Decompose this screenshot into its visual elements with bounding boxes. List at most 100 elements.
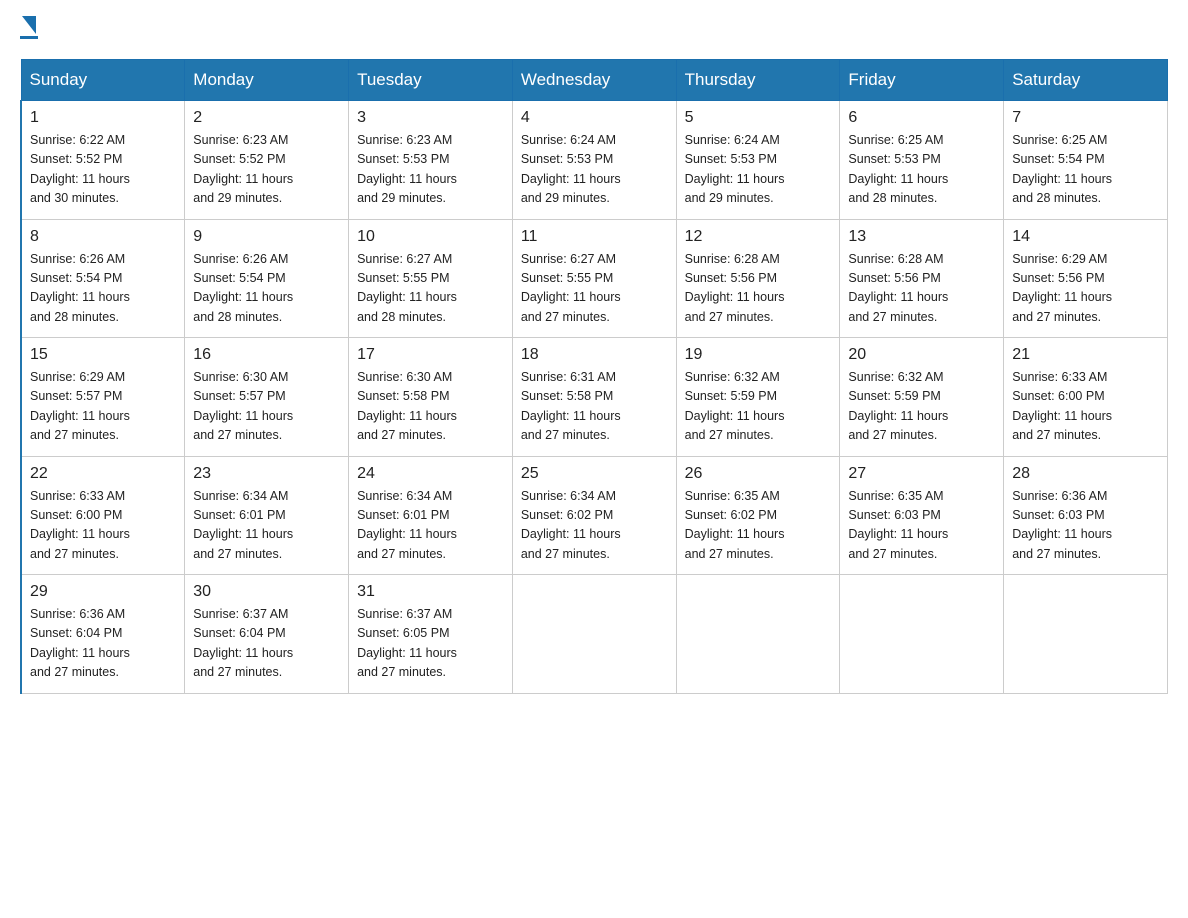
column-header-saturday: Saturday bbox=[1004, 60, 1168, 101]
calendar-cell: 15Sunrise: 6:29 AMSunset: 5:57 PMDayligh… bbox=[21, 338, 185, 457]
calendar-week-row: 29 Sunrise: 6:36 AMSunset: 6:04 PMDayligh… bbox=[21, 575, 1168, 694]
day-info: Sunrise: 6:27 AMSunset: 5:55 PMDaylight:… bbox=[357, 250, 504, 328]
day-number: 4 bbox=[521, 109, 668, 127]
day-info: Sunrise: 6:22 AMSunset: 5:52 PMDaylight:… bbox=[30, 131, 176, 209]
logo-arrow-icon bbox=[22, 16, 36, 34]
day-number: 13 bbox=[848, 228, 995, 246]
day-number: 26 bbox=[685, 465, 832, 483]
day-number: 5 bbox=[685, 109, 832, 127]
day-info: Sunrise: 6:36 AMSunset: 6:04 PMDaylight:… bbox=[30, 605, 176, 683]
calendar-cell: 19 Sunrise: 6:32 AMSunset: 5:59 PMDayligh… bbox=[676, 338, 840, 457]
day-number: 10 bbox=[357, 228, 504, 246]
calendar-cell: 22 Sunrise: 6:33 AMSunset: 6:00 PMDayligh… bbox=[21, 456, 185, 575]
day-info: Sunrise: 6:32 AMSunset: 5:59 PMDaylight:… bbox=[685, 368, 832, 446]
day-info: Sunrise: 6:28 AMSunset: 5:56 PMDaylight:… bbox=[848, 250, 995, 328]
page-header bbox=[20, 20, 1168, 39]
calendar-cell bbox=[1004, 575, 1168, 694]
day-number: 9 bbox=[193, 228, 340, 246]
day-info: Sunrise: 6:28 AMSunset: 5:56 PMDaylight:… bbox=[685, 250, 832, 328]
day-number: 11 bbox=[521, 228, 668, 246]
day-number: 8 bbox=[30, 228, 176, 246]
day-info: Sunrise: 6:25 AMSunset: 5:53 PMDaylight:… bbox=[848, 131, 995, 209]
day-info: Sunrise: 6:33 AMSunset: 6:00 PMDaylight:… bbox=[30, 487, 176, 565]
day-info: Sunrise: 6:29 AMSunset: 5:56 PMDaylight:… bbox=[1012, 250, 1159, 328]
calendar-cell: 16 Sunrise: 6:30 AMSunset: 5:57 PMDayligh… bbox=[185, 338, 349, 457]
day-info: Sunrise: 6:37 AMSunset: 6:05 PMDaylight:… bbox=[357, 605, 504, 683]
calendar-cell: 24Sunrise: 6:34 AMSunset: 6:01 PMDayligh… bbox=[349, 456, 513, 575]
day-info: Sunrise: 6:26 AMSunset: 5:54 PMDaylight:… bbox=[30, 250, 176, 328]
day-info: Sunrise: 6:27 AMSunset: 5:55 PMDaylight:… bbox=[521, 250, 668, 328]
calendar-cell: 1 Sunrise: 6:22 AMSunset: 5:52 PMDaylight… bbox=[21, 101, 185, 220]
calendar-cell: 8 Sunrise: 6:26 AMSunset: 5:54 PMDaylight… bbox=[21, 219, 185, 338]
calendar-cell: 12 Sunrise: 6:28 AMSunset: 5:56 PMDayligh… bbox=[676, 219, 840, 338]
day-info: Sunrise: 6:23 AMSunset: 5:53 PMDaylight:… bbox=[357, 131, 504, 209]
day-info: Sunrise: 6:33 AMSunset: 6:00 PMDaylight:… bbox=[1012, 368, 1159, 446]
calendar-cell: 4 Sunrise: 6:24 AMSunset: 5:53 PMDaylight… bbox=[512, 101, 676, 220]
calendar-cell: 10 Sunrise: 6:27 AMSunset: 5:55 PMDayligh… bbox=[349, 219, 513, 338]
day-number: 30 bbox=[193, 583, 340, 601]
day-number: 28 bbox=[1012, 465, 1159, 483]
day-info: Sunrise: 6:37 AMSunset: 6:04 PMDaylight:… bbox=[193, 605, 340, 683]
day-info: Sunrise: 6:35 AMSunset: 6:02 PMDaylight:… bbox=[685, 487, 832, 565]
calendar-cell: 5 Sunrise: 6:24 AMSunset: 5:53 PMDaylight… bbox=[676, 101, 840, 220]
calendar-table: SundayMondayTuesdayWednesdayThursdayFrid… bbox=[20, 59, 1168, 694]
calendar-cell: 7 Sunrise: 6:25 AMSunset: 5:54 PMDaylight… bbox=[1004, 101, 1168, 220]
day-info: Sunrise: 6:25 AMSunset: 5:54 PMDaylight:… bbox=[1012, 131, 1159, 209]
calendar-cell bbox=[512, 575, 676, 694]
day-number: 15 bbox=[30, 346, 176, 364]
calendar-cell: 21 Sunrise: 6:33 AMSunset: 6:00 PMDayligh… bbox=[1004, 338, 1168, 457]
day-number: 22 bbox=[30, 465, 176, 483]
calendar-cell: 2Sunrise: 6:23 AMSunset: 5:52 PMDaylight… bbox=[185, 101, 349, 220]
day-number: 24 bbox=[357, 465, 504, 483]
column-header-monday: Monday bbox=[185, 60, 349, 101]
calendar-cell: 31 Sunrise: 6:37 AMSunset: 6:05 PMDayligh… bbox=[349, 575, 513, 694]
day-info: Sunrise: 6:35 AMSunset: 6:03 PMDaylight:… bbox=[848, 487, 995, 565]
day-info: Sunrise: 6:24 AMSunset: 5:53 PMDaylight:… bbox=[685, 131, 832, 209]
day-info: Sunrise: 6:32 AMSunset: 5:59 PMDaylight:… bbox=[848, 368, 995, 446]
calendar-week-row: 8 Sunrise: 6:26 AMSunset: 5:54 PMDaylight… bbox=[21, 219, 1168, 338]
day-info: Sunrise: 6:30 AMSunset: 5:58 PMDaylight:… bbox=[357, 368, 504, 446]
day-number: 23 bbox=[193, 465, 340, 483]
calendar-cell: 28Sunrise: 6:36 AMSunset: 6:03 PMDayligh… bbox=[1004, 456, 1168, 575]
day-info: Sunrise: 6:31 AMSunset: 5:58 PMDaylight:… bbox=[521, 368, 668, 446]
calendar-cell: 17 Sunrise: 6:30 AMSunset: 5:58 PMDayligh… bbox=[349, 338, 513, 457]
day-info: Sunrise: 6:24 AMSunset: 5:53 PMDaylight:… bbox=[521, 131, 668, 209]
day-info: Sunrise: 6:23 AMSunset: 5:52 PMDaylight:… bbox=[193, 131, 340, 209]
calendar-cell bbox=[676, 575, 840, 694]
calendar-cell: 13 Sunrise: 6:28 AMSunset: 5:56 PMDayligh… bbox=[840, 219, 1004, 338]
day-number: 25 bbox=[521, 465, 668, 483]
column-header-friday: Friday bbox=[840, 60, 1004, 101]
calendar-cell: 20 Sunrise: 6:32 AMSunset: 5:59 PMDayligh… bbox=[840, 338, 1004, 457]
day-info: Sunrise: 6:30 AMSunset: 5:57 PMDaylight:… bbox=[193, 368, 340, 446]
calendar-week-row: 1 Sunrise: 6:22 AMSunset: 5:52 PMDaylight… bbox=[21, 101, 1168, 220]
day-number: 14 bbox=[1012, 228, 1159, 246]
day-info: Sunrise: 6:34 AMSunset: 6:02 PMDaylight:… bbox=[521, 487, 668, 565]
day-number: 29 bbox=[30, 583, 176, 601]
day-number: 31 bbox=[357, 583, 504, 601]
calendar-cell: 23Sunrise: 6:34 AMSunset: 6:01 PMDayligh… bbox=[185, 456, 349, 575]
day-number: 19 bbox=[685, 346, 832, 364]
day-number: 21 bbox=[1012, 346, 1159, 364]
day-number: 18 bbox=[521, 346, 668, 364]
day-number: 12 bbox=[685, 228, 832, 246]
day-number: 1 bbox=[30, 109, 176, 127]
day-info: Sunrise: 6:26 AMSunset: 5:54 PMDaylight:… bbox=[193, 250, 340, 328]
calendar-week-row: 22 Sunrise: 6:33 AMSunset: 6:00 PMDayligh… bbox=[21, 456, 1168, 575]
calendar-cell: 26 Sunrise: 6:35 AMSunset: 6:02 PMDayligh… bbox=[676, 456, 840, 575]
calendar-cell: 30 Sunrise: 6:37 AMSunset: 6:04 PMDayligh… bbox=[185, 575, 349, 694]
day-number: 17 bbox=[357, 346, 504, 364]
calendar-cell: 27 Sunrise: 6:35 AMSunset: 6:03 PMDayligh… bbox=[840, 456, 1004, 575]
calendar-cell: 18 Sunrise: 6:31 AMSunset: 5:58 PMDayligh… bbox=[512, 338, 676, 457]
day-number: 3 bbox=[357, 109, 504, 127]
day-number: 27 bbox=[848, 465, 995, 483]
calendar-cell: 9 Sunrise: 6:26 AMSunset: 5:54 PMDaylight… bbox=[185, 219, 349, 338]
day-number: 16 bbox=[193, 346, 340, 364]
column-header-thursday: Thursday bbox=[676, 60, 840, 101]
day-number: 20 bbox=[848, 346, 995, 364]
calendar-header-row: SundayMondayTuesdayWednesdayThursdayFrid… bbox=[21, 60, 1168, 101]
column-header-tuesday: Tuesday bbox=[349, 60, 513, 101]
calendar-cell: 14 Sunrise: 6:29 AMSunset: 5:56 PMDayligh… bbox=[1004, 219, 1168, 338]
day-number: 7 bbox=[1012, 109, 1159, 127]
calendar-week-row: 15Sunrise: 6:29 AMSunset: 5:57 PMDayligh… bbox=[21, 338, 1168, 457]
calendar-cell bbox=[840, 575, 1004, 694]
